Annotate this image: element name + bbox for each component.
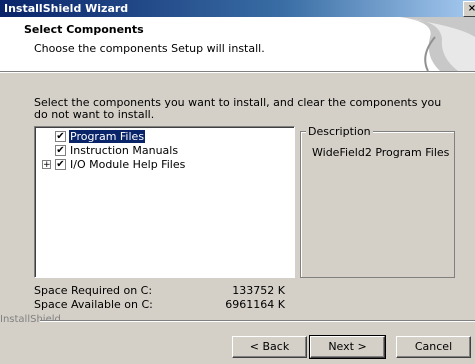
space-required-value: 133752 K — [232, 284, 285, 297]
io-module-help-files-checkbox[interactable]: ✔ — [55, 159, 66, 170]
space-available-label: Space Available on C: — [34, 298, 153, 311]
footer-divider — [40, 320, 475, 322]
description-text: WideField2 Program Files — [312, 146, 450, 159]
installshield-logo-icon — [400, 17, 475, 71]
page-title: Select Components — [24, 23, 144, 36]
instructions-text: Select the components you want to instal… — [34, 96, 442, 121]
components-tree[interactable]: ✔ Program Files ✔ Instruction Manuals + … — [34, 126, 295, 278]
header-divider — [0, 71, 475, 73]
window-title: InstallShield Wizard — [4, 2, 129, 15]
tree-item-label[interactable]: Instruction Manuals — [69, 144, 179, 157]
tree-item-label[interactable]: Program Files — [69, 130, 146, 143]
space-available-value: 6961164 K — [225, 298, 285, 311]
description-legend: Description — [306, 125, 373, 138]
space-required-label: Space Required on C: — [34, 284, 153, 297]
tree-item-instruction-manuals[interactable]: ✔ Instruction Manuals — [55, 144, 179, 157]
installshield-wizard-window: InstallShield Wizard × Select Components… — [0, 0, 475, 364]
instruction-manuals-checkbox[interactable]: ✔ — [55, 145, 66, 156]
page-subtitle: Choose the components Setup will install… — [34, 42, 265, 55]
close-button[interactable]: × — [463, 1, 475, 17]
tree-item-io-module-help-files[interactable]: + ✔ I/O Module Help Files — [42, 158, 186, 171]
program-files-checkbox[interactable]: ✔ — [55, 131, 66, 142]
title-bar: InstallShield Wizard × — [0, 0, 475, 17]
back-button[interactable]: < Back — [232, 336, 307, 358]
tree-item-program-files[interactable]: ✔ Program Files — [55, 130, 146, 143]
next-button[interactable]: Next > — [309, 335, 386, 359]
expand-plus-icon[interactable]: + — [42, 160, 51, 170]
cancel-button[interactable]: Cancel — [396, 336, 471, 358]
wizard-header: Select Components Choose the components … — [0, 17, 475, 71]
tree-item-label[interactable]: I/O Module Help Files — [69, 158, 186, 171]
